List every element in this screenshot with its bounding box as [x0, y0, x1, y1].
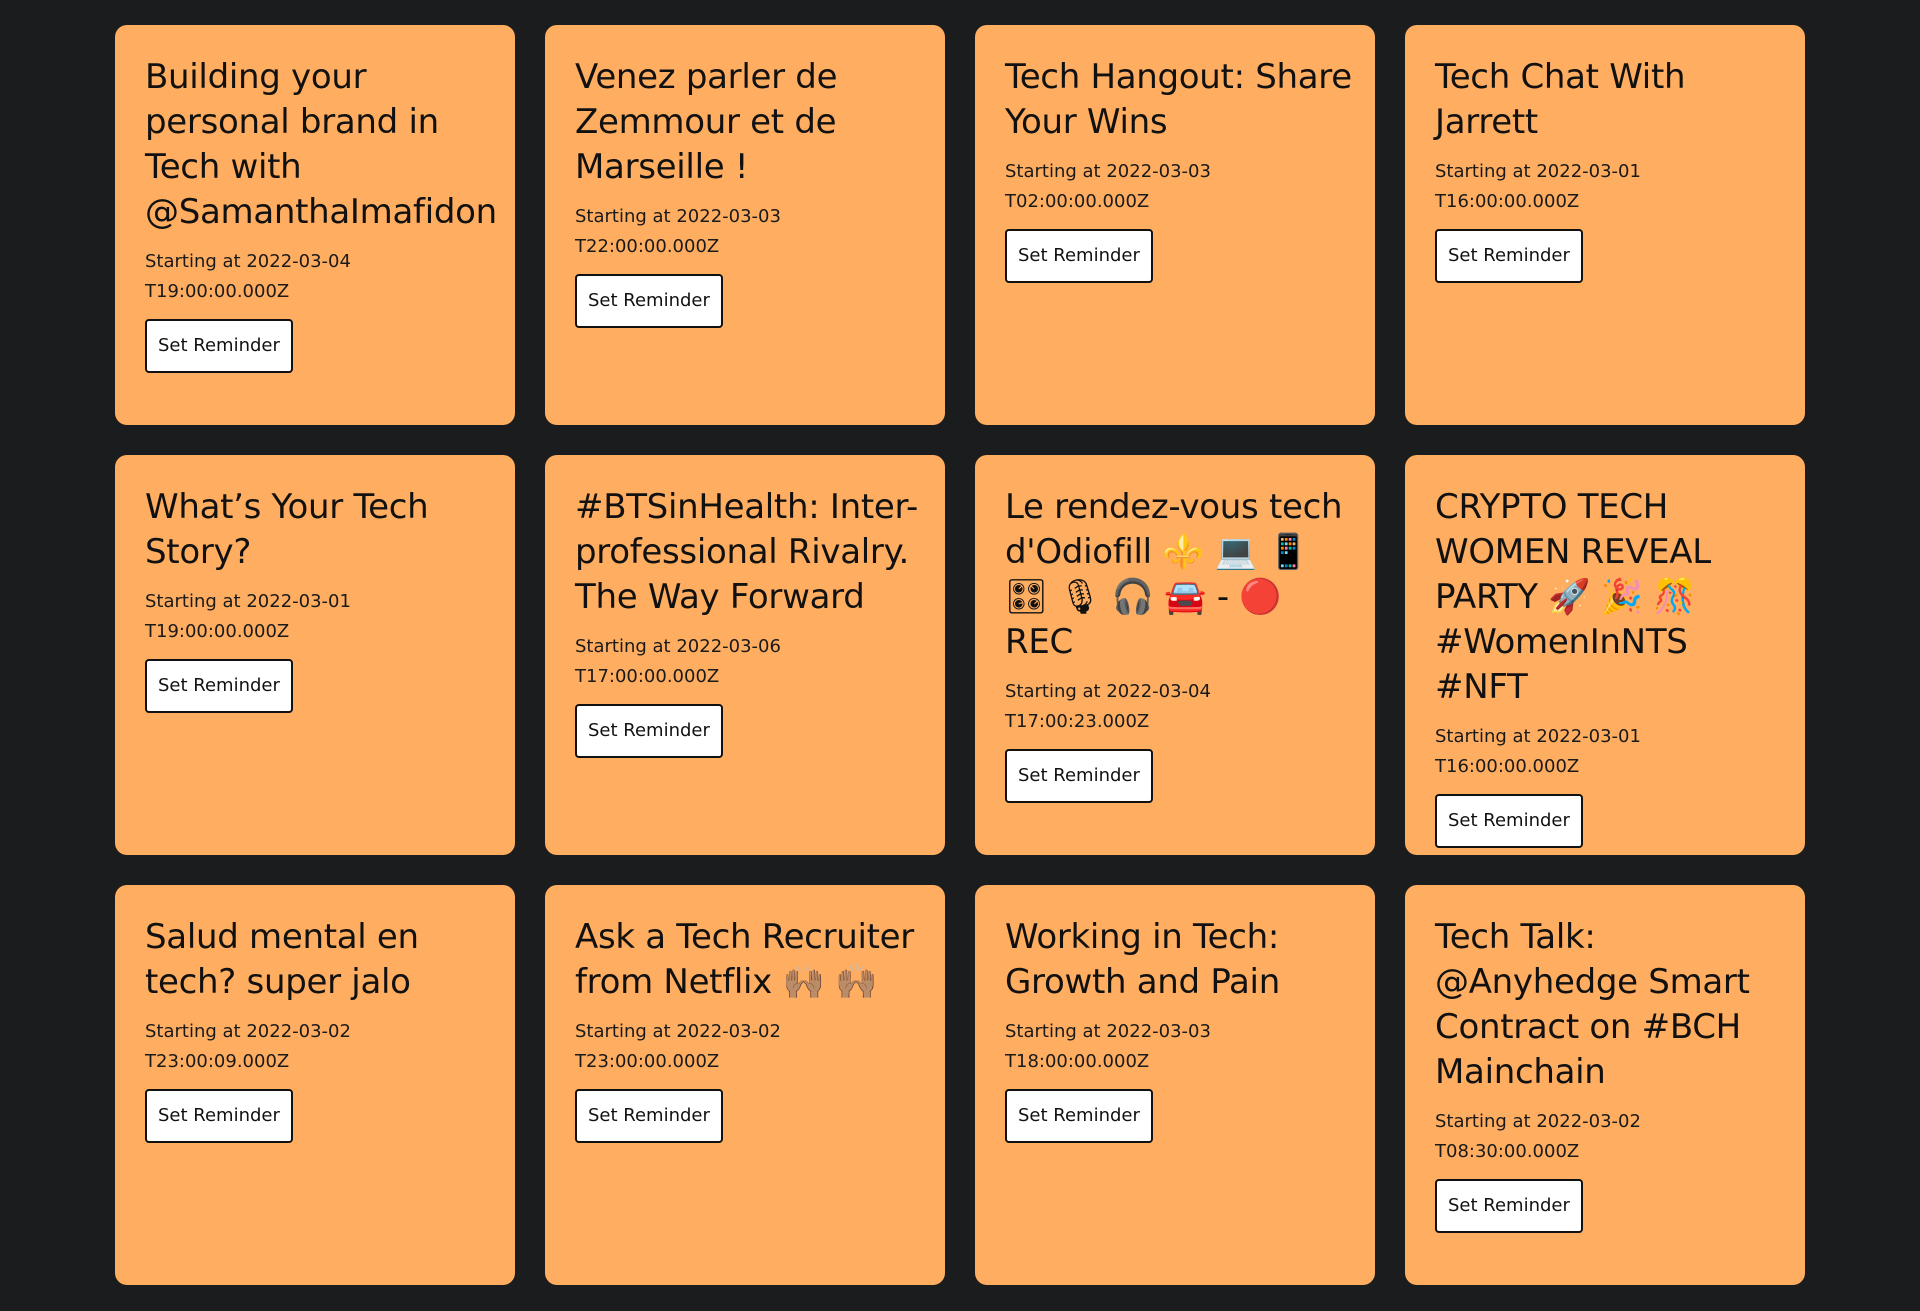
- events-grid: Building your personal brand in Tech wit…: [115, 25, 1805, 1285]
- event-card: Tech Chat With Jarrett Starting at 2022-…: [1405, 25, 1805, 425]
- event-start-time: Starting at 2022-03-03T18:00:00.000Z: [1005, 1021, 1211, 1072]
- event-start-time: Starting at 2022-03-01T16:00:00.000Z: [1435, 726, 1641, 777]
- event-card: Working in Tech: Growth and Pain Startin…: [975, 885, 1375, 1285]
- event-start-time: Starting at 2022-03-04T19:00:00.000Z: [145, 251, 351, 302]
- set-reminder-button[interactable]: Set Reminder: [1435, 229, 1583, 283]
- event-start-time: Starting at 2022-03-01T16:00:00.000Z: [1435, 161, 1641, 212]
- event-card: Building your personal brand in Tech wit…: [115, 25, 515, 425]
- event-title: Tech Talk: @Anyhedge Smart Contract on #…: [1435, 917, 1750, 1092]
- set-reminder-button[interactable]: Set Reminder: [145, 1089, 293, 1143]
- event-start-time: Starting at 2022-03-03T02:00:00.000Z: [1005, 161, 1211, 212]
- event-title: What’s Your Tech Story?: [145, 487, 429, 572]
- set-reminder-button[interactable]: Set Reminder: [575, 704, 723, 758]
- event-card: Venez parler de Zemmour et de Marseille …: [545, 25, 945, 425]
- event-card: Tech Hangout: Share Your Wins Starting a…: [975, 25, 1375, 425]
- set-reminder-button[interactable]: Set Reminder: [575, 274, 723, 328]
- event-title: Salud mental en tech? super jalo: [145, 917, 419, 1002]
- event-start-time: Starting at 2022-03-04T17:00:23.000Z: [1005, 681, 1211, 732]
- event-card: Tech Talk: @Anyhedge Smart Contract on #…: [1405, 885, 1805, 1285]
- event-title: Tech Hangout: Share Your Wins: [1005, 57, 1352, 142]
- event-title: #BTSinHealth: Inter-professional Rivalry…: [575, 487, 918, 617]
- event-title: Venez parler de Zemmour et de Marseille …: [575, 57, 838, 187]
- event-title: Working in Tech: Growth and Pain: [1005, 917, 1280, 1002]
- event-start-time: Starting at 2022-03-02T23:00:09.000Z: [145, 1021, 351, 1072]
- event-start-time: Starting at 2022-03-03T22:00:00.000Z: [575, 206, 781, 257]
- event-title: Building your personal brand in Tech wit…: [145, 57, 497, 232]
- set-reminder-button[interactable]: Set Reminder: [145, 659, 293, 713]
- event-card: Le rendez-vous tech d'Odiofill ⚜️ 💻 📱 🎛 …: [975, 455, 1375, 855]
- set-reminder-button[interactable]: Set Reminder: [1005, 229, 1153, 283]
- set-reminder-button[interactable]: Set Reminder: [145, 319, 293, 373]
- set-reminder-button[interactable]: Set Reminder: [575, 1089, 723, 1143]
- set-reminder-button[interactable]: Set Reminder: [1005, 1089, 1153, 1143]
- event-start-time: Starting at 2022-03-02T23:00:00.000Z: [575, 1021, 781, 1072]
- event-card: #BTSinHealth: Inter-professional Rivalry…: [545, 455, 945, 855]
- event-card: Salud mental en tech? super jalo Startin…: [115, 885, 515, 1285]
- event-card: Ask a Tech Recruiter from Netflix 🙌🏽 🙌🏽 …: [545, 885, 945, 1285]
- event-title: CRYPTO TECH WOMEN REVEAL PARTY 🚀 🎉 🎊 #Wo…: [1435, 487, 1711, 707]
- set-reminder-button[interactable]: Set Reminder: [1005, 749, 1153, 803]
- event-title: Le rendez-vous tech d'Odiofill ⚜️ 💻 📱 🎛 …: [1005, 487, 1343, 662]
- event-start-time: Starting at 2022-03-01T19:00:00.000Z: [145, 591, 351, 642]
- set-reminder-button[interactable]: Set Reminder: [1435, 794, 1583, 848]
- event-card: CRYPTO TECH WOMEN REVEAL PARTY 🚀 🎉 🎊 #Wo…: [1405, 455, 1805, 855]
- event-title: Ask a Tech Recruiter from Netflix 🙌🏽 🙌🏽: [575, 917, 914, 1002]
- event-start-time: Starting at 2022-03-02T08:30:00.000Z: [1435, 1111, 1641, 1162]
- event-start-time: Starting at 2022-03-06T17:00:00.000Z: [575, 636, 781, 687]
- event-title: Tech Chat With Jarrett: [1435, 57, 1686, 142]
- event-card: What’s Your Tech Story? Starting at 2022…: [115, 455, 515, 855]
- set-reminder-button[interactable]: Set Reminder: [1435, 1179, 1583, 1233]
